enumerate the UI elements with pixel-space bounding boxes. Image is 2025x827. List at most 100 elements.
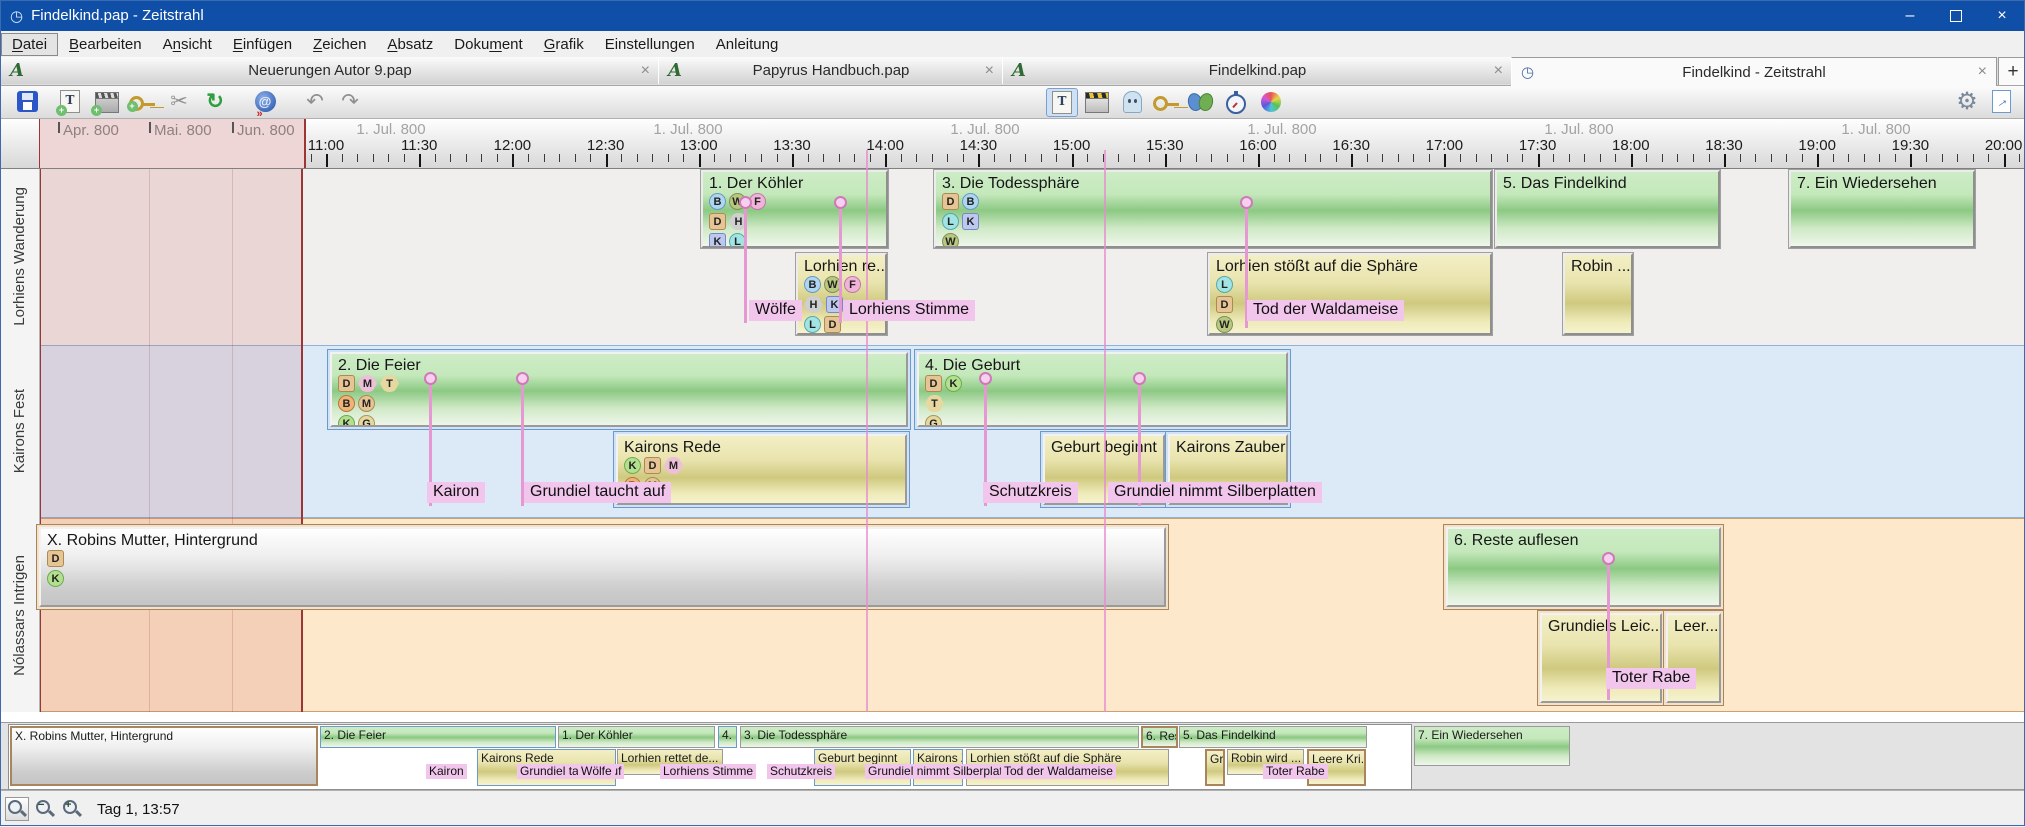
overview-event-label[interactable]: Toter Rabe: [1263, 764, 1328, 779]
scene-box-grundiels-leiche[interactable]: Grundiels Leic...: [1540, 613, 1662, 703]
event-handle[interactable]: [516, 372, 529, 385]
character-badge-h[interactable]: H: [804, 296, 823, 313]
overview-event-label[interactable]: Lorhiens Stimme: [660, 764, 756, 779]
character-badge-m[interactable]: M: [664, 457, 683, 474]
minimize-button[interactable]: –: [1887, 0, 1933, 31]
character-badge-t[interactable]: T: [380, 375, 399, 392]
overview-event-label[interactable]: Wölfe: [578, 764, 615, 779]
zoom-fit-icon[interactable]: [5, 797, 29, 821]
menu-einstellungen[interactable]: Einstellungen: [595, 34, 705, 55]
overview-box[interactable]: 6. Reste: [1141, 726, 1178, 748]
event-label[interactable]: Tod der Waldameise: [1247, 300, 1404, 321]
character-badge-k[interactable]: K: [47, 570, 64, 587]
character-badge-d[interactable]: D: [644, 457, 661, 474]
character-badge-k[interactable]: K: [624, 457, 641, 474]
tab-3[interactable]: AFindelkind.pap×: [1002, 57, 1513, 84]
character-badge-t[interactable]: T: [925, 395, 944, 412]
add-scene-button[interactable]: +: [92, 88, 122, 115]
character-badge-d[interactable]: D: [1216, 296, 1233, 313]
event-handle[interactable]: [739, 196, 752, 209]
save-button[interactable]: [12, 88, 42, 115]
overview-event-label[interactable]: Kairon: [426, 764, 467, 779]
character-badge-d[interactable]: D: [942, 193, 959, 210]
character-badge-b[interactable]: B: [804, 276, 821, 293]
tab-2[interactable]: APapyrus Handbuch.pap×: [658, 57, 1004, 84]
tab-close-icon[interactable]: ×: [641, 62, 650, 80]
stopwatch-button[interactable]: [1221, 88, 1251, 115]
character-badge-w[interactable]: W: [1216, 316, 1233, 333]
colorwheel-button[interactable]: [1256, 88, 1286, 115]
export-button[interactable]: [1986, 88, 2016, 115]
overview-event-label[interactable]: Tod der Waldameise: [1001, 764, 1116, 779]
menu-ansicht[interactable]: Ansicht: [153, 34, 222, 55]
event-handle[interactable]: [1602, 552, 1615, 565]
event-handle[interactable]: [1240, 196, 1253, 209]
zoom-in-icon[interactable]: +: [61, 798, 83, 820]
undo-button[interactable]: ↶: [300, 88, 330, 115]
menu-dokument[interactable]: Dokument: [444, 34, 532, 55]
character-badge-l[interactable]: L: [804, 316, 821, 333]
event-handle[interactable]: [979, 372, 992, 385]
key-button[interactable]: [1152, 88, 1182, 115]
tab-close-icon[interactable]: ×: [1978, 63, 1987, 81]
character-badge-g[interactable]: G: [358, 415, 375, 427]
event-label[interactable]: Kairon: [427, 482, 485, 503]
refresh-button[interactable]: ↻: [200, 88, 230, 115]
menu-grafik[interactable]: Grafik: [534, 34, 594, 55]
character-badge-l[interactable]: L: [942, 213, 959, 230]
tab-close-icon[interactable]: ×: [985, 62, 994, 80]
overview-box[interactable]: 4. ..: [718, 726, 737, 748]
add-chapter-button[interactable]: +: [55, 88, 85, 115]
event-label[interactable]: Grundiel nimmt Silberplatten: [1108, 482, 1322, 503]
character-badge-f[interactable]: F: [844, 276, 861, 293]
cut-button[interactable]: ✂: [164, 88, 194, 115]
event-label[interactable]: Schutzkreis: [983, 482, 1078, 503]
menu-zeichen[interactable]: Zeichen: [303, 34, 376, 55]
scene-box-reste[interactable]: 6. Reste auflesen: [1446, 527, 1721, 607]
tab-4[interactable]: ◷Findelkind - Zeitstrahl×: [1511, 57, 1997, 86]
scene-box-leere[interactable]: Leer...: [1666, 613, 1721, 703]
redo-button[interactable]: ↷: [335, 88, 365, 115]
scene-box-koehler[interactable]: 1. Der KöhlerBWFDHKL: [701, 170, 888, 248]
maximize-button[interactable]: [1933, 0, 1979, 31]
menu-einfgen[interactable]: Einfügen: [223, 34, 302, 55]
character-badge-d[interactable]: D: [709, 213, 726, 230]
character-badge-k[interactable]: K: [709, 233, 726, 248]
character-badge-b[interactable]: B: [709, 193, 726, 210]
timeline-ruler[interactable]: Apr. 800Mai. 800Jun. 8001. Jul. 8001. Ju…: [0, 118, 2025, 169]
ghost-button[interactable]: [1117, 88, 1147, 115]
overview-box[interactable]: 2. Die Feier: [320, 726, 556, 748]
event-label[interactable]: Wölfe: [749, 300, 802, 321]
scene-box-lorhien-sphaere[interactable]: Lorhien stößt auf die SphäreLDW: [1208, 253, 1492, 335]
tab-1[interactable]: ANeuerungen Autor 9.pap×: [0, 57, 660, 84]
character-badge-d[interactable]: D: [925, 375, 942, 392]
overview-event-label[interactable]: Schutzkreis: [767, 764, 835, 779]
text-lectern-button[interactable]: [1046, 88, 1078, 117]
overview-box[interactable]: Gru...: [1205, 749, 1225, 786]
overview-event-label[interactable]: Grundiel nimmt Silberplatt...: [865, 764, 1019, 779]
navigator-button[interactable]: @: [250, 88, 280, 115]
menu-bearbeiten[interactable]: Bearbeiten: [59, 34, 152, 55]
overview-box[interactable]: 3. Die Todessphäre: [740, 726, 1139, 748]
overview-box[interactable]: 7. Ein Wiedersehen: [1414, 726, 1570, 766]
character-badge-k[interactable]: K: [338, 415, 355, 427]
character-badge-l[interactable]: L: [1216, 276, 1233, 293]
event-handle[interactable]: [424, 372, 437, 385]
menu-datei[interactable]: Datei: [1, 33, 58, 56]
character-badge-k[interactable]: K: [962, 213, 979, 230]
menu-anleitung[interactable]: Anleitung: [706, 34, 789, 55]
tab-close-icon[interactable]: ×: [1494, 62, 1503, 80]
scene-box-wiedersehen[interactable]: 7. Ein Wiedersehen: [1789, 170, 1975, 248]
character-badge-k[interactable]: K: [945, 375, 962, 392]
character-badge-b[interactable]: B: [338, 395, 355, 412]
scene-box-geburt[interactable]: 4. Die GeburtDKTG: [917, 352, 1288, 427]
new-tab-button[interactable]: +: [1998, 57, 2025, 85]
character-badge-d[interactable]: D: [47, 550, 64, 567]
settings-button[interactable]: ⚙: [1952, 88, 1982, 115]
event-label[interactable]: Grundiel taucht auf: [524, 482, 671, 503]
overview-box[interactable]: 1. Der Köhler: [558, 726, 715, 748]
event-handle[interactable]: [834, 196, 847, 209]
add-key-button[interactable]: +: [128, 88, 158, 115]
character-badge-d[interactable]: D: [338, 375, 355, 392]
scene-box-robin[interactable]: Robin ...: [1563, 253, 1633, 335]
